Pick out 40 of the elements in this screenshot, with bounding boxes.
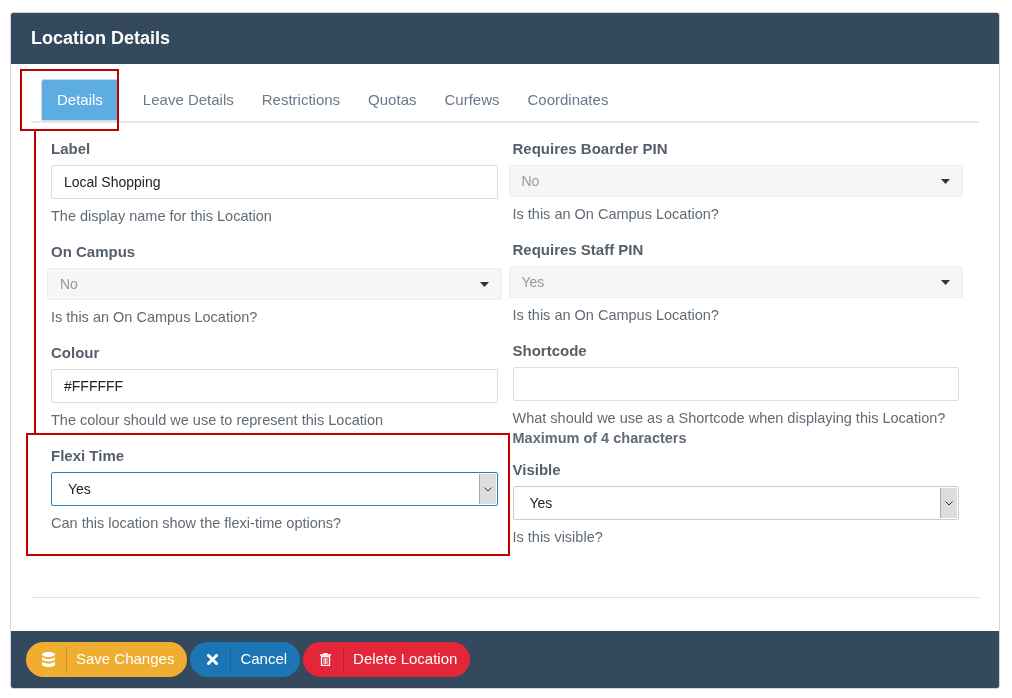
dropdown-field[interactable]: No bbox=[47, 268, 502, 300]
tab[interactable]: Curfews bbox=[430, 79, 514, 121]
close-icon bbox=[206, 654, 218, 665]
tab[interactable]: Leave Details bbox=[128, 79, 248, 121]
dropdown-field[interactable]: Yes bbox=[51, 472, 498, 506]
text-field[interactable]: #FFFFFF bbox=[51, 369, 498, 403]
field-label: On Campus bbox=[51, 242, 137, 262]
window-title: Location Details bbox=[31, 27, 171, 50]
tab[interactable]: Quotas bbox=[354, 79, 431, 121]
database-icon bbox=[41, 652, 55, 667]
tab[interactable]: Restrictions bbox=[247, 79, 355, 121]
help-text: The display name for this Location bbox=[51, 207, 273, 226]
help-note: Maximum of 4 characters bbox=[512, 429, 688, 448]
help-text: Is this an On Campus Location? bbox=[51, 308, 259, 327]
caret-icon bbox=[941, 279, 950, 285]
field-label: Visible bbox=[512, 460, 562, 480]
delete-button[interactable]: Delete Location bbox=[303, 642, 471, 677]
caret-icon bbox=[941, 178, 950, 184]
dropdown-field[interactable]: Yes bbox=[508, 266, 963, 298]
field-label: Label bbox=[51, 139, 92, 159]
field-label: Flexi Time bbox=[51, 446, 126, 466]
help-text: Can this location show the flexi-time options? bbox=[51, 514, 343, 533]
field-label: Colour bbox=[51, 343, 101, 363]
text-field[interactable] bbox=[512, 367, 959, 401]
dropdown-field[interactable]: No bbox=[508, 165, 963, 197]
tab[interactable]: Coordinates bbox=[513, 79, 623, 121]
cancel-button[interactable]: Cancel bbox=[190, 642, 301, 677]
help-text: Is this an On Campus Location? bbox=[512, 306, 720, 325]
help-text: The colour should we use to represent this Location bbox=[51, 411, 385, 430]
field-label: Requires Boarder PIN bbox=[512, 139, 669, 159]
text-field[interactable]: Local Shopping bbox=[51, 165, 498, 199]
field-label: Shortcode bbox=[512, 341, 588, 361]
help-text: Is this an On Campus Location? bbox=[512, 205, 720, 224]
field-label: Requires Staff PIN bbox=[512, 240, 645, 260]
trash-icon bbox=[319, 653, 331, 666]
help-text: What should we use as a Shortcode when displaying this Location? bbox=[512, 409, 947, 428]
help-text: Is this visible? bbox=[512, 528, 604, 547]
dropdown-field[interactable]: Yes bbox=[512, 486, 959, 520]
caret-icon bbox=[479, 281, 489, 287]
tab[interactable]: Details bbox=[41, 79, 119, 121]
